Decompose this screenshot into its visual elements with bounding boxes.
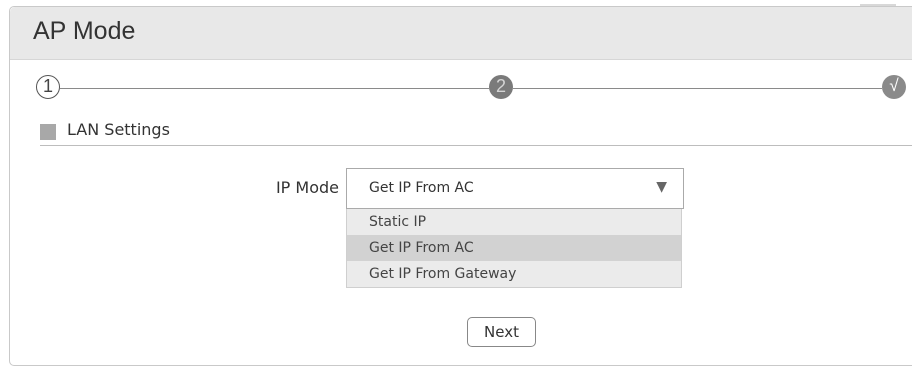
ip-mode-label: IP Mode: [275, 178, 339, 197]
dropdown-arrow-icon[interactable]: ▼: [656, 179, 667, 195]
panel-header: AP Mode: [10, 7, 912, 60]
next-button[interactable]: Next: [467, 317, 536, 347]
step-2-indicator: 2: [489, 75, 513, 99]
ip-mode-dropdown-list: Static IP Get IP From AC Get IP From Gat…: [346, 209, 682, 288]
ip-mode-selected-value: Get IP From AC: [369, 180, 474, 196]
step-complete-check-icon: √: [882, 75, 906, 99]
lan-settings-section-header: LAN Settings: [40, 120, 912, 146]
panel-title: AP Mode: [33, 17, 136, 45]
step-connector-1: [60, 88, 489, 89]
section-square-icon: [40, 124, 56, 140]
option-static-ip[interactable]: Static IP: [347, 209, 681, 235]
ip-mode-select[interactable]: Get IP From AC ▼: [346, 168, 684, 209]
option-get-ip-from-ac[interactable]: Get IP From AC: [347, 235, 681, 261]
step-connector-2: [513, 88, 882, 89]
section-title: LAN Settings: [67, 120, 170, 139]
option-get-ip-from-gateway[interactable]: Get IP From Gateway: [347, 261, 681, 287]
step-1-indicator: 1: [36, 75, 60, 99]
